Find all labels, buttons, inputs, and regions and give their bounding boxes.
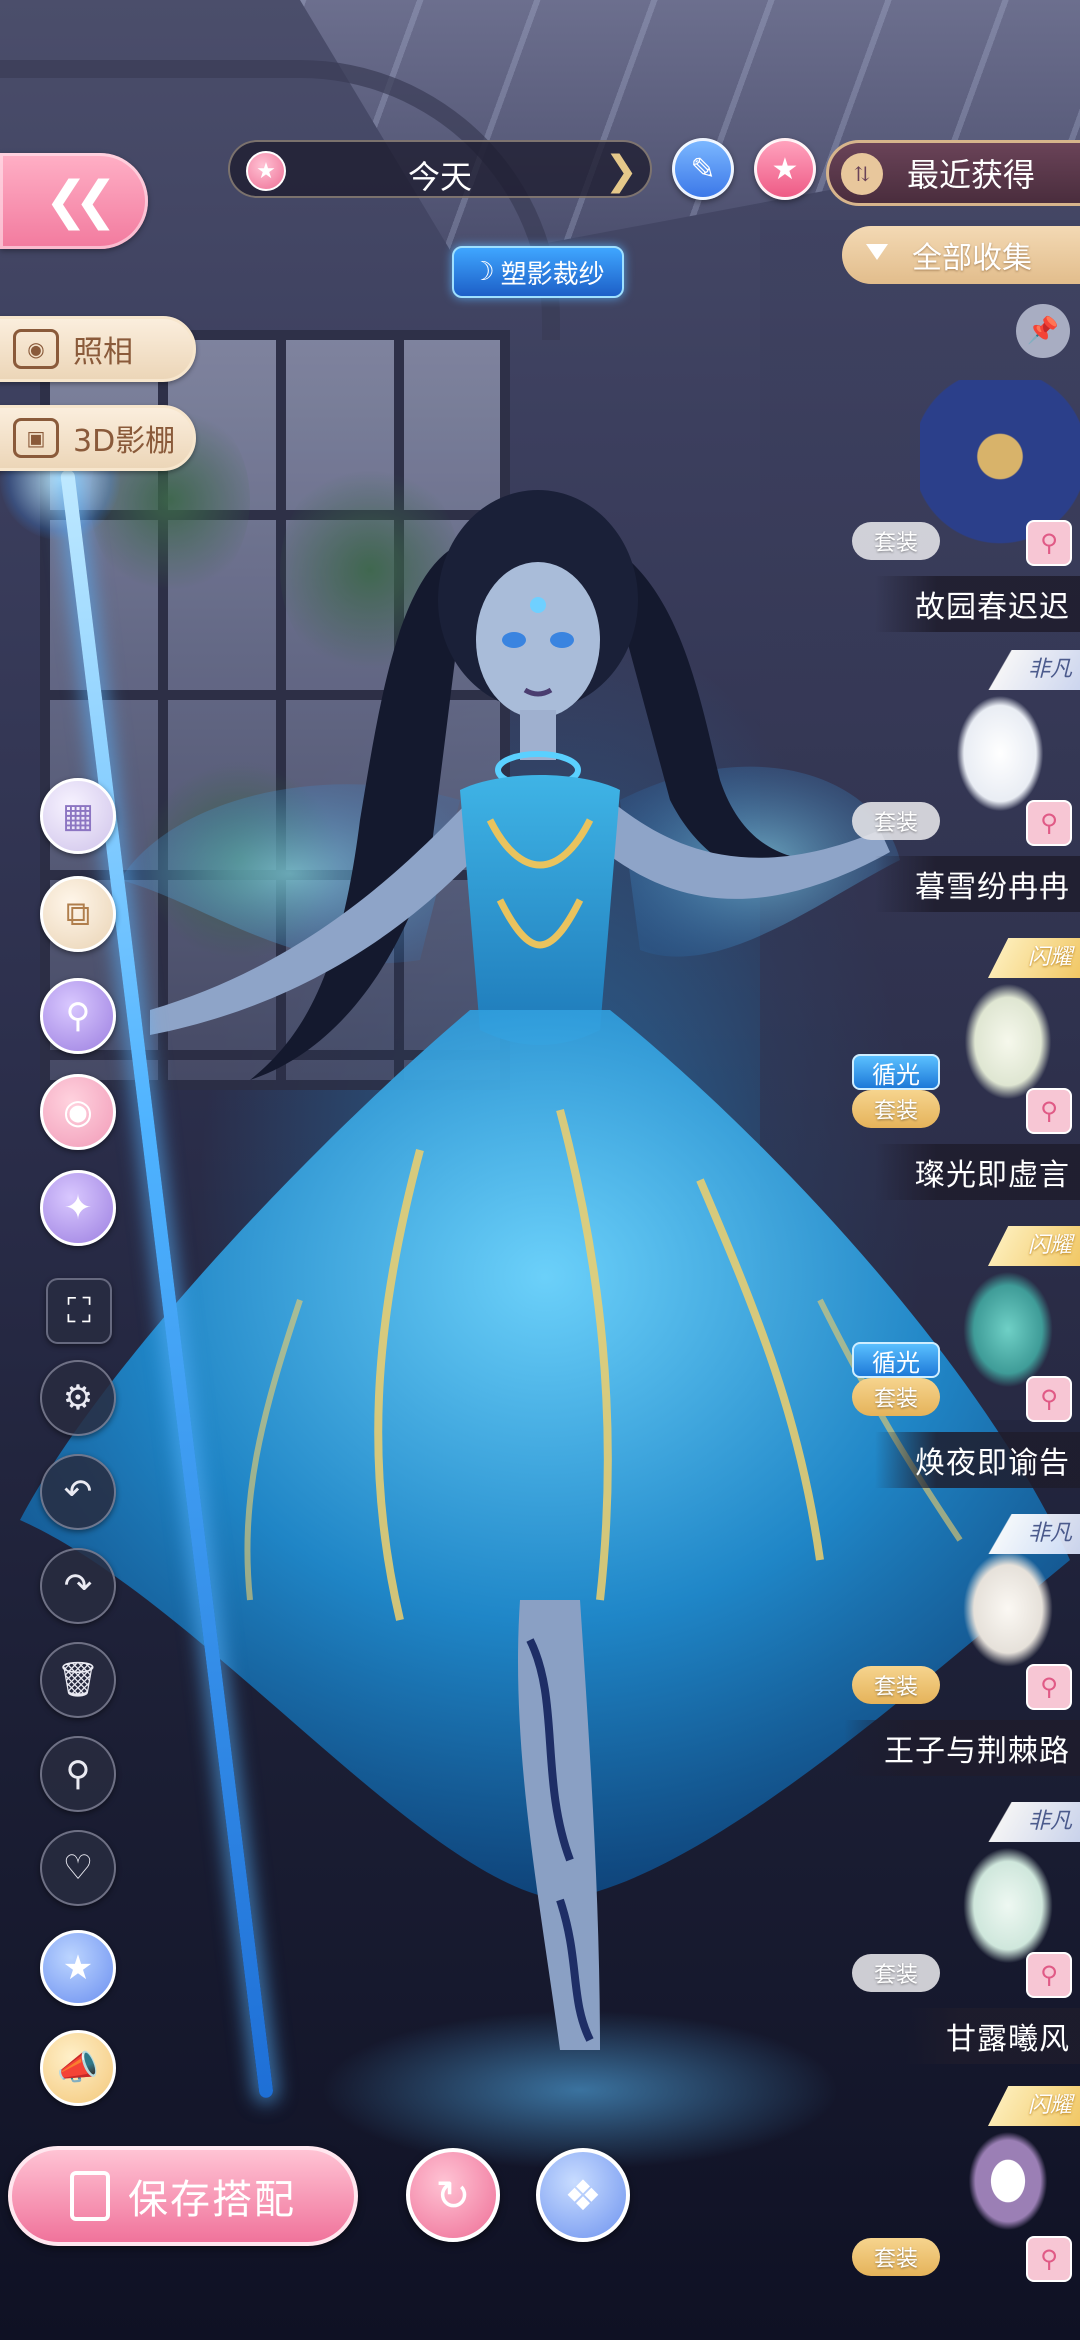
effect-tag: 循光	[852, 1342, 940, 1378]
recent-label: 最近获得	[907, 156, 1036, 194]
chevron-right-icon[interactable]: ❯	[604, 148, 638, 194]
date-label: 今天	[407, 158, 472, 196]
search-person-icon: ⚲	[65, 996, 91, 1036]
save-label: 保存搭配	[128, 2177, 296, 2223]
set-tag: 套装	[852, 1954, 940, 1992]
magic-star-icon: ✦	[63, 1188, 93, 1228]
set-tag: 套装	[852, 2238, 940, 2276]
item-name: 焕夜即谕告	[875, 1432, 1080, 1488]
magic-circle-glow	[320, 2010, 840, 2170]
zoom-icon[interactable]: ⚲	[1026, 520, 1072, 566]
rarity-badge: 闪耀	[988, 1226, 1080, 1266]
pencil-icon: ✎	[690, 151, 716, 187]
clothing-item[interactable]: 套装 ⚲ 故园春迟迟	[840, 370, 1080, 650]
rarity-badge: 非凡	[988, 650, 1080, 690]
star-icon: ★	[771, 151, 799, 187]
set-tag: 套装	[852, 522, 940, 560]
settings-button[interactable]: ⚙	[40, 1360, 116, 1436]
trash-icon: 🗑	[56, 1660, 100, 1700]
zoom-icon[interactable]: ⚲	[1026, 1952, 1072, 1998]
like-button[interactable]: ♡	[40, 1830, 116, 1906]
redo-icon: ↷	[63, 1566, 93, 1606]
gear-icon: ⚙	[62, 1378, 94, 1418]
rarity-badge: 非凡	[988, 1802, 1080, 1842]
outfit-name-badge[interactable]: ☽ 塑影裁纱	[452, 246, 624, 298]
favorite-button[interactable]: ★	[754, 138, 816, 200]
save-card-icon	[70, 2171, 110, 2221]
pin-button[interactable]: 📌	[1016, 304, 1070, 358]
triangle-down-icon	[866, 244, 888, 260]
copy-button[interactable]: ⧉	[40, 876, 116, 952]
item-name: 王子与荆棘路	[844, 1720, 1080, 1776]
item-name: 甘露曦风	[906, 2008, 1080, 2064]
moon-icon: ☽	[471, 257, 495, 287]
set-tag: 套装	[852, 1090, 940, 1128]
search-button[interactable]: ⚲	[40, 1736, 116, 1812]
all-label: 全部收集	[912, 241, 1032, 276]
set-tag: 套装	[852, 1666, 940, 1704]
redo-button[interactable]: ↷	[40, 1548, 116, 1624]
zoom-icon[interactable]: ⚲	[1026, 1376, 1072, 1422]
photo-button[interactable]: ◉ 照相	[0, 316, 196, 382]
studio-3d-button[interactable]: ▣ 3D影棚	[0, 405, 196, 471]
item-name: 故园春迟迟	[875, 576, 1080, 632]
zoom-icon[interactable]: ⚲	[1026, 1088, 1072, 1134]
clothing-item[interactable]: 非凡 套装 ⚲ 暮雪纷冉冉	[840, 650, 1080, 930]
clothing-item[interactable]: 闪耀 循光 套装 ⚲ 焕夜即谕告	[840, 1226, 1080, 1506]
save-outfit-button[interactable]: 保存搭配	[8, 2146, 358, 2246]
fullscreen-icon: ⛶	[67, 1291, 91, 1331]
swap-outfit-button[interactable]: ↻	[406, 2148, 500, 2242]
swap-icon: ↻	[435, 2170, 471, 2220]
search-person-button[interactable]: ⚲	[40, 978, 116, 1054]
all-collection-filter[interactable]: 全部收集	[842, 226, 1080, 284]
wardrobe-button[interactable]: ❖	[536, 2148, 630, 2242]
clothing-item[interactable]: 非凡 套装 ⚲ 王子与荆棘路	[840, 1514, 1080, 1794]
megaphone-icon: 📣	[56, 2048, 100, 2088]
rarity-badge: 非凡	[988, 1514, 1080, 1554]
search-icon: ⚲	[65, 1754, 91, 1794]
double-chevron-left-icon: ❮❮	[44, 171, 117, 231]
studio-label: 3D影棚	[73, 424, 176, 459]
date-selector[interactable]: ★ 今天 ❯	[228, 140, 652, 198]
star-badge-icon: ★	[62, 1948, 94, 1988]
shirt-icon: ❖	[564, 2170, 602, 2220]
palette-icon: ◉	[63, 1092, 93, 1132]
outfit-tag-label: 塑影裁纱	[500, 259, 605, 290]
item-name: 暮雪纷冉冉	[875, 856, 1080, 912]
fullscreen-button[interactable]: ⛶	[46, 1278, 112, 1344]
copy-icon: ⧉	[65, 894, 91, 934]
rarity-badge: 闪耀	[988, 2086, 1080, 2126]
zoom-icon[interactable]: ⚲	[1026, 1664, 1072, 1710]
magic-star-button[interactable]: ✦	[40, 1170, 116, 1246]
camera-icon: ◉	[13, 329, 59, 369]
item-name: 璨光即虚言	[875, 1144, 1080, 1200]
set-tag: 套装	[852, 802, 940, 840]
delete-button[interactable]: 🗑	[40, 1642, 116, 1718]
zoom-icon[interactable]: ⚲	[1026, 2236, 1072, 2282]
announcement-button[interactable]: 📣	[40, 2030, 116, 2106]
pin-icon: 📌	[1026, 316, 1060, 346]
edit-button[interactable]: ✎	[672, 138, 734, 200]
clothing-item[interactable]: 闪耀 套装 ⚲	[840, 2086, 1080, 2340]
palette-button[interactable]: ◉	[40, 1074, 116, 1150]
set-tag: 套装	[852, 1378, 940, 1416]
back-button[interactable]: ❮❮	[0, 153, 148, 249]
heart-icon: ♡	[62, 1848, 94, 1888]
zoom-icon[interactable]: ⚲	[1026, 800, 1072, 846]
camera-filter-button[interactable]: ▦	[40, 778, 116, 854]
cube-icon: ▣	[13, 418, 59, 458]
star-badge-button[interactable]: ★	[40, 1930, 116, 2006]
rarity-badge: 闪耀	[988, 938, 1080, 978]
undo-button[interactable]: ↶	[40, 1454, 116, 1530]
clothing-item[interactable]: 非凡 套装 ⚲ 甘露曦风	[840, 1802, 1080, 2082]
undo-icon: ↶	[63, 1472, 93, 1512]
photo-label: 照相	[73, 335, 133, 370]
effect-tag: 循光	[852, 1054, 940, 1090]
camera-filter-icon: ▦	[61, 796, 95, 836]
sort-icon: ⇅	[841, 153, 883, 195]
clothing-item[interactable]: 闪耀 循光 套装 ⚲ 璨光即虚言	[840, 938, 1080, 1218]
recent-acquired-button[interactable]: ⇅ 最近获得	[826, 140, 1080, 206]
